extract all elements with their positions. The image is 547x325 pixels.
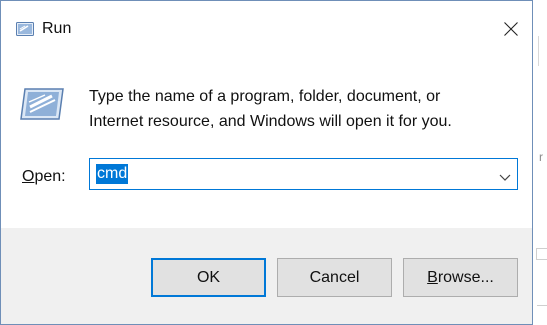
open-combobox[interactable]: cmd bbox=[89, 158, 518, 190]
browse-button[interactable]: Browse... bbox=[403, 258, 518, 297]
background-window: r bbox=[533, 0, 547, 325]
description-line-2: Internet resource, and Windows will open… bbox=[89, 113, 452, 130]
chevron-down-icon bbox=[499, 174, 511, 181]
close-icon bbox=[504, 22, 518, 36]
open-input[interactable]: cmd bbox=[96, 164, 129, 184]
open-label-mnemonic: O bbox=[22, 168, 35, 185]
close-button[interactable] bbox=[493, 11, 529, 47]
run-icon bbox=[15, 21, 35, 37]
background-edge bbox=[538, 36, 547, 66]
cancel-button[interactable]: Cancel bbox=[277, 258, 392, 297]
background-fragment: r bbox=[539, 150, 543, 164]
window-title: Run bbox=[42, 20, 72, 37]
browse-mnemonic: B bbox=[427, 268, 438, 286]
ok-button[interactable]: OK bbox=[151, 258, 266, 297]
description-text: Type the name of a program, folder, docu… bbox=[89, 84, 509, 134]
background-box bbox=[536, 248, 547, 260]
background-line bbox=[537, 305, 547, 306]
description-line-1: Type the name of a program, folder, docu… bbox=[89, 88, 441, 105]
run-dialog: Run Type the name of a program, folder, … bbox=[0, 0, 533, 325]
title-bar[interactable]: Run bbox=[1, 1, 532, 55]
open-label-text: pen: bbox=[34, 168, 66, 185]
open-label: Open: bbox=[22, 168, 66, 186]
dropdown-button[interactable] bbox=[499, 169, 511, 181]
button-bar: OK Cancel Browse... bbox=[1, 228, 532, 324]
run-program-icon bbox=[19, 85, 65, 123]
browse-label: rowse... bbox=[437, 268, 494, 286]
